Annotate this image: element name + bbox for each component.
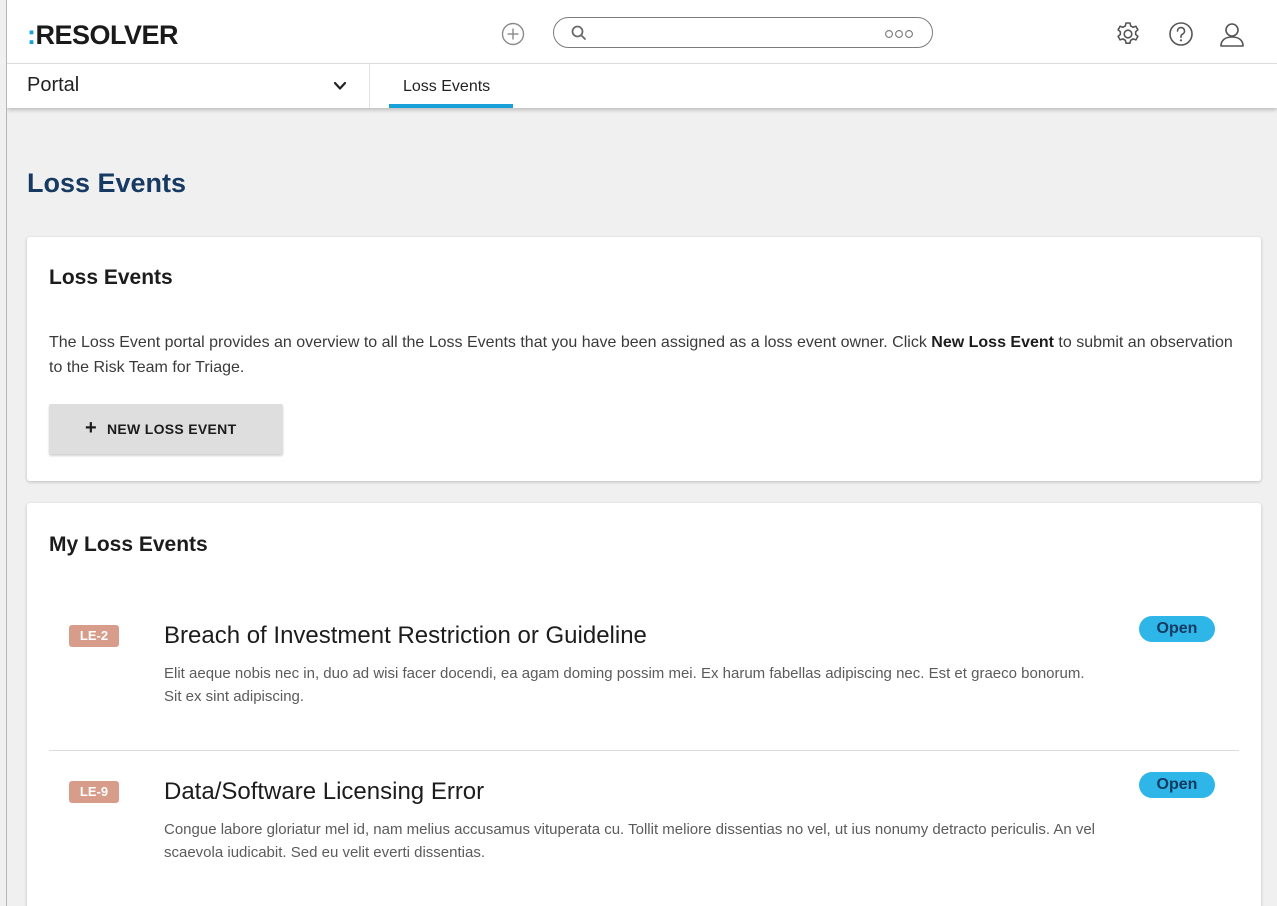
tab-loss-events[interactable]: Loss Events bbox=[389, 64, 513, 108]
my-loss-events-title: My Loss Events bbox=[49, 533, 208, 556]
page-title: Loss Events bbox=[27, 168, 187, 198]
help-icon[interactable] bbox=[1167, 20, 1195, 48]
my-loss-events-card: My Loss Events LE-2 Breach of Investment… bbox=[27, 503, 1261, 906]
divider bbox=[49, 750, 1239, 751]
more-icon[interactable] bbox=[884, 29, 914, 39]
gear-icon[interactable] bbox=[1114, 20, 1142, 48]
top-bar: :RESOLVER bbox=[7, 0, 1277, 64]
item-title[interactable]: Data/Software Licensing Error bbox=[164, 778, 484, 806]
user-icon[interactable] bbox=[1218, 20, 1246, 48]
app-window: :RESOLVER Portal Loss Events Loss Events… bbox=[6, 0, 1277, 906]
new-loss-event-label: NEW LOSS EVENT bbox=[107, 421, 237, 437]
intro-description: The Loss Event portal provides an overvi… bbox=[49, 334, 1233, 376]
item-title[interactable]: Breach of Investment Restriction or Guid… bbox=[164, 622, 647, 650]
nav-bar: Portal Loss Events bbox=[7, 64, 1277, 108]
list-item[interactable]: LE-9 Data/Software Licensing Error Congu… bbox=[49, 753, 1239, 903]
resolver-logo[interactable]: :RESOLVER bbox=[27, 20, 179, 51]
intro-card-title: Loss Events bbox=[49, 266, 173, 289]
portal-label: Portal bbox=[27, 74, 80, 96]
new-loss-event-button[interactable]: + NEW LOSS EVENT bbox=[49, 404, 283, 454]
plus-icon: + bbox=[85, 417, 97, 439]
search-icon bbox=[571, 25, 586, 40]
id-badge: LE-2 bbox=[69, 625, 119, 647]
status-badge: Open bbox=[1139, 616, 1215, 642]
portal-dropdown[interactable]: Portal bbox=[7, 64, 370, 108]
add-circle-icon[interactable] bbox=[501, 22, 525, 46]
global-search[interactable] bbox=[553, 17, 933, 48]
intro-card: Loss Events The Loss Event portal provid… bbox=[27, 237, 1261, 481]
status-badge: Open bbox=[1139, 772, 1215, 798]
item-description: Congue labore gloriatur mel id, nam meli… bbox=[164, 821, 1096, 861]
search-input[interactable] bbox=[594, 22, 874, 44]
tab-label: Loss Events bbox=[403, 78, 491, 95]
item-description: Elit aeque nobis nec in, duo ad wisi fac… bbox=[164, 665, 1085, 705]
list-item[interactable]: LE-2 Breach of Investment Restriction or… bbox=[49, 597, 1239, 747]
chevron-down-icon bbox=[333, 81, 347, 90]
id-badge: LE-9 bbox=[69, 781, 119, 803]
